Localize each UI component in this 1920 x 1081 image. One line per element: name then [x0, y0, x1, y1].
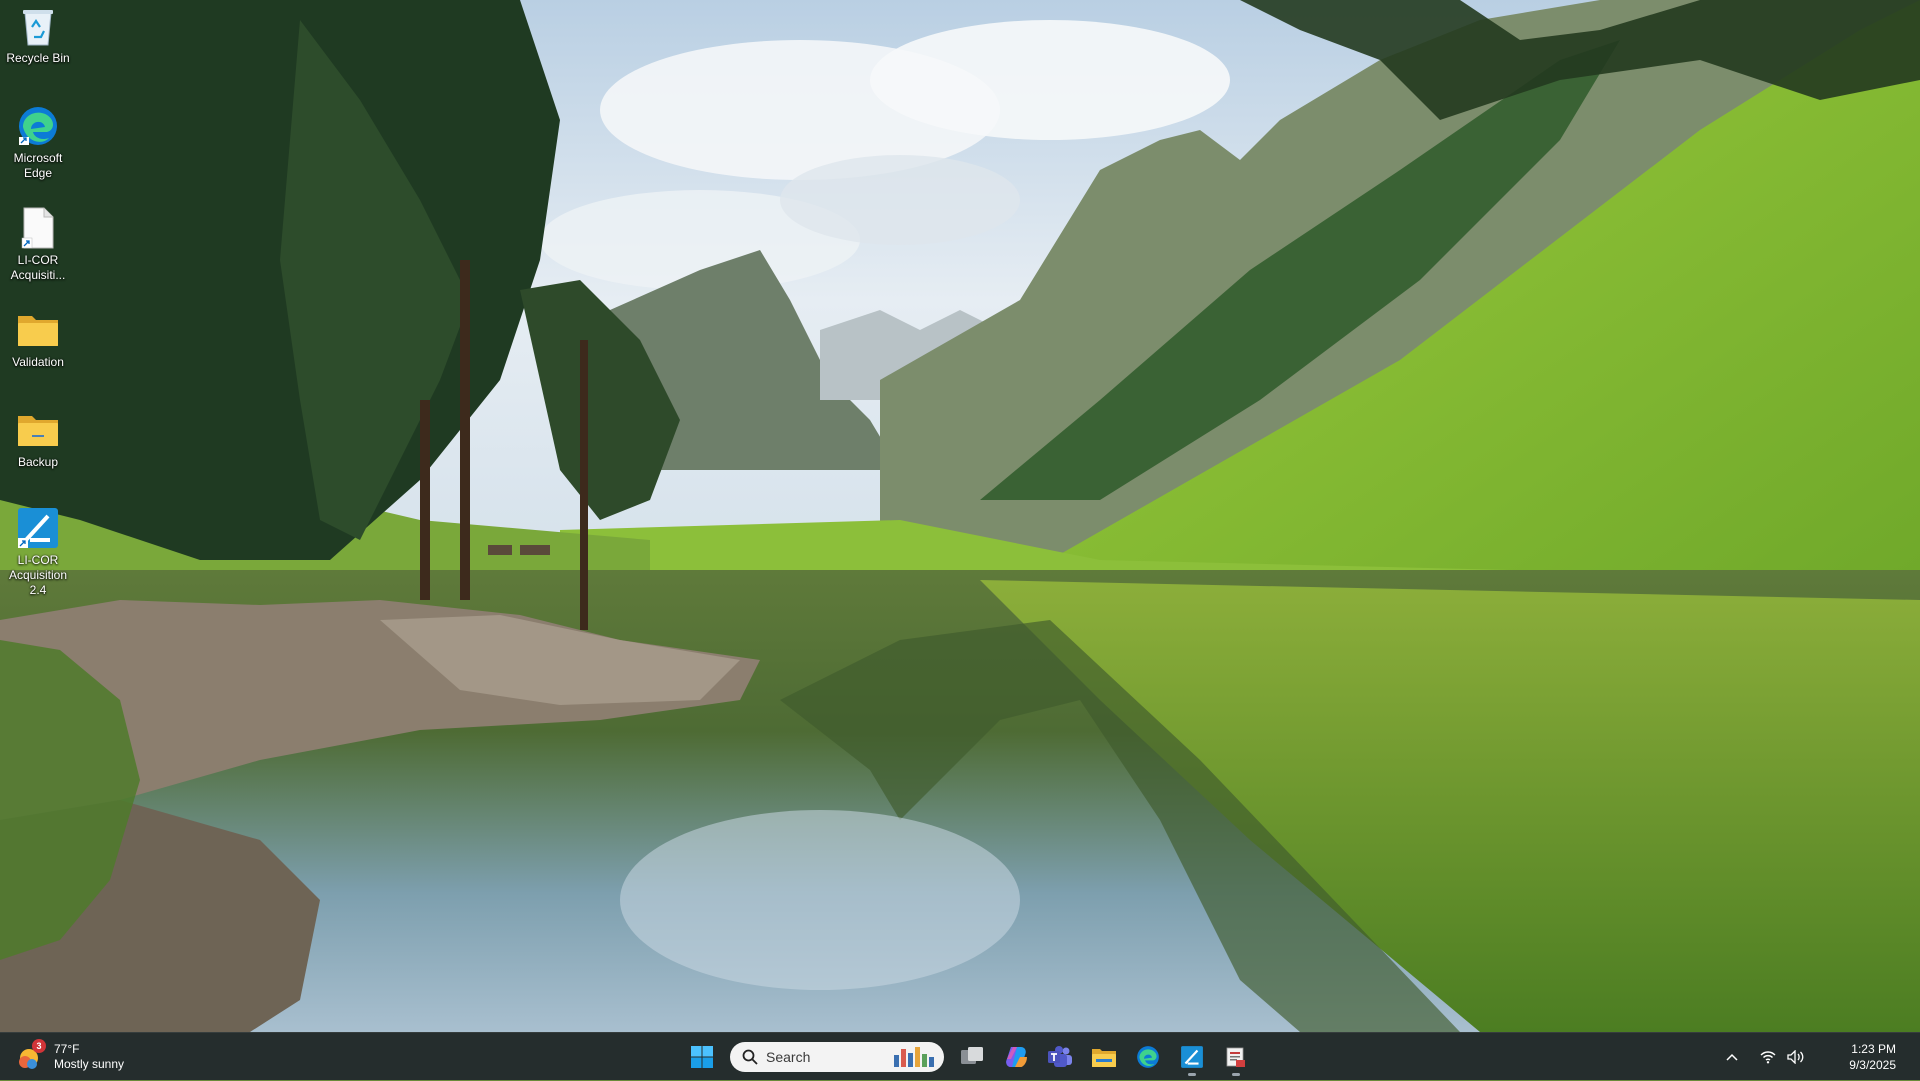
document-shortcut-icon: [16, 206, 60, 250]
speaker-icon: [1787, 1050, 1804, 1064]
desktop-icon-label: Recycle Bin: [6, 51, 70, 65]
folder-icon: [1092, 1049, 1116, 1067]
weather-sun-icon: 3: [16, 1039, 46, 1072]
folder-icon: [16, 408, 60, 452]
file-explorer-button[interactable]: [1084, 1037, 1124, 1077]
weather-condition: Mostly sunny: [54, 1057, 125, 1071]
start-button[interactable]: [682, 1037, 722, 1077]
desktop-icon-microsoft-edge[interactable]: Microsoft Edge: [0, 104, 76, 181]
task-view-button[interactable]: [952, 1037, 992, 1077]
network-button[interactable]: [1754, 1037, 1782, 1077]
licor-acquisition-icon: [16, 506, 60, 550]
taskbar-clock[interactable]: 1:23 PM 9/3/2025: [1816, 1041, 1896, 1073]
desktop-icon-backup-folder[interactable]: Backup: [0, 408, 76, 470]
edge-icon: [16, 104, 60, 148]
taskbar: 3 77°F Mostly sunny Search 1:23 PM 9/3/2…: [0, 1032, 1920, 1080]
desktop-icon-licor-acquisition[interactable]: LI-COR Acquisition 2.4: [0, 506, 76, 598]
clock-date: 9/3/2025: [1849, 1058, 1896, 1072]
windows-start-icon: [691, 1046, 713, 1068]
recycle-bin-icon: [16, 4, 60, 48]
volume-button[interactable]: [1782, 1037, 1810, 1077]
desktop-icon-label: Backup: [17, 455, 59, 469]
teams-icon: [1048, 1046, 1072, 1067]
licor-document-taskbar-button[interactable]: [1216, 1037, 1256, 1077]
desktop-wallpaper: [0, 0, 1920, 1032]
search-icon: [742, 1049, 758, 1065]
taskbar-search-box[interactable]: Search: [730, 1042, 944, 1072]
desktop-icon-label: LI-COR Acquisition 2.4: [8, 553, 68, 597]
search-placeholder: Search: [766, 1049, 811, 1065]
copilot-button[interactable]: [996, 1037, 1036, 1077]
desktop-icon-licor-acquisition-shortcut[interactable]: LI-COR Acquisiti...: [0, 206, 76, 283]
licor-acquisition-taskbar-button[interactable]: [1172, 1037, 1212, 1077]
chevron-up-icon: [1726, 1053, 1738, 1061]
edge-taskbar-button[interactable]: [1128, 1037, 1168, 1077]
search-highlight-icon: [894, 1047, 934, 1067]
folder-icon: [16, 308, 60, 352]
show-hidden-icons-button[interactable]: [1718, 1037, 1746, 1077]
desktop-icon-recycle-bin[interactable]: Recycle Bin: [0, 4, 76, 66]
teams-button[interactable]: [1040, 1037, 1080, 1077]
desktop-icon-label: Microsoft Edge: [13, 151, 63, 180]
wifi-icon: [1760, 1051, 1776, 1064]
taskbar-apps: Search: [680, 1037, 1258, 1077]
weather-temperature: 77°F: [54, 1042, 80, 1056]
desktop-icon-validation-folder[interactable]: Validation: [0, 308, 76, 370]
notification-badge: 3: [32, 1039, 46, 1053]
system-tray: 1:23 PM 9/3/2025: [1718, 1033, 1920, 1081]
edge-icon: [1137, 1046, 1159, 1068]
task-view-icon: [961, 1047, 983, 1064]
clock-time: 1:23 PM: [1851, 1042, 1896, 1056]
copilot-icon: [1006, 1047, 1027, 1067]
desktop-icon-label: Validation: [12, 355, 64, 369]
licor-acquisition-icon: [1181, 1046, 1203, 1068]
desktop-icon-label: LI-COR Acquisiti...: [10, 253, 66, 282]
licor-document-icon: [1226, 1047, 1245, 1067]
weather-widget[interactable]: 3 77°F Mostly sunny: [16, 1039, 124, 1075]
